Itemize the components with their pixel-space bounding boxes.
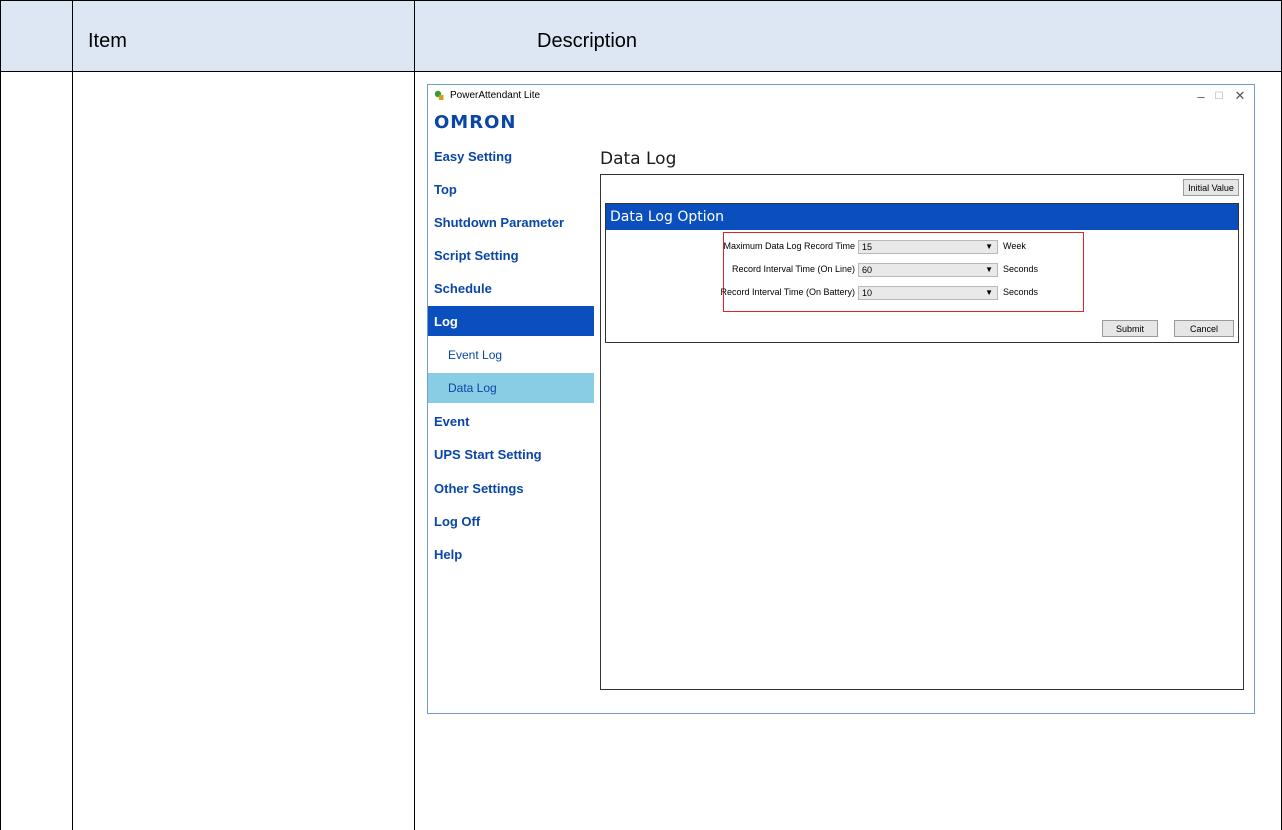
sidebar-item-schedule[interactable]: Schedule: [428, 273, 594, 303]
chevron-down-icon: ▼: [985, 265, 993, 274]
select-value: 15: [862, 242, 873, 252]
sidebar-subitem-data-log[interactable]: Data Log: [428, 373, 594, 403]
maximize-button[interactable]: ☐: [1208, 87, 1230, 105]
sidebar-item-top[interactable]: Top: [428, 174, 594, 204]
chevron-down-icon: ▼: [985, 288, 993, 297]
select-value: 10: [862, 288, 873, 298]
cancel-button[interactable]: Cancel: [1174, 320, 1234, 337]
content-panel: Initial Value Data Log Option Maximum Da…: [600, 174, 1244, 690]
select-value: 60: [862, 265, 873, 275]
column-header-item: Item: [88, 30, 127, 52]
field-label: Record Interval Time (On Line): [731, 264, 855, 274]
section-title: Data Log Option: [606, 204, 1238, 230]
sidebar-subitem-event-log[interactable]: Event Log: [428, 340, 594, 370]
table-border-left: [0, 0, 1, 830]
field-label: Record Interval Time (On Battery): [720, 287, 855, 297]
sidebar-item-log[interactable]: Log: [428, 306, 594, 336]
submit-button[interactable]: Submit: [1102, 320, 1158, 337]
window-title: PowerAttendant Lite: [450, 90, 541, 101]
close-button[interactable]: ✕: [1229, 87, 1251, 105]
sidebar-item-ups-start-setting[interactable]: UPS Start Setting: [428, 439, 594, 469]
sidebar-item-help[interactable]: Help: [428, 539, 594, 569]
field-row-interval-online: Record Interval Time (On Line) 60 ▼ Seco…: [606, 263, 1240, 277]
table-column-divider-1: [72, 0, 73, 830]
app-window-screenshot: PowerAttendant Lite – ☐ ✕ OMRON Easy Set…: [427, 84, 1255, 714]
sidebar-item-script-setting[interactable]: Script Setting: [428, 240, 594, 270]
page-title: Data Log: [600, 149, 677, 169]
sidebar-item-shutdown-parameter[interactable]: Shutdown Parameter: [428, 207, 594, 237]
field-unit: Seconds: [1003, 287, 1039, 297]
field-row-interval-battery: Record Interval Time (On Battery) 10 ▼ S…: [606, 286, 1240, 300]
window-titlebar: PowerAttendant Lite – ☐ ✕: [428, 85, 1254, 107]
interval-online-select[interactable]: 60 ▼: [858, 263, 998, 277]
sidebar-item-easy-setting[interactable]: Easy Setting: [428, 141, 594, 171]
table-column-divider-2: [414, 0, 415, 830]
column-header-description: Description: [537, 30, 638, 52]
sidebar-item-log-off[interactable]: Log Off: [428, 506, 594, 536]
omron-logo: OMRON: [434, 112, 517, 133]
field-row-max-record-time: Maximum Data Log Record Time 15 ▼ Week: [606, 240, 1240, 254]
field-unit: Week: [1003, 241, 1026, 251]
field-label: Maximum Data Log Record Time: [723, 241, 855, 251]
sidebar-item-event[interactable]: Event: [428, 406, 594, 436]
sidebar-item-other-settings[interactable]: Other Settings: [428, 473, 594, 503]
interval-battery-select[interactable]: 10 ▼: [858, 286, 998, 300]
field-unit: Seconds: [1003, 264, 1039, 274]
chevron-down-icon: ▼: [985, 242, 993, 251]
data-log-option-section: Data Log Option Maximum Data Log Record …: [605, 203, 1239, 343]
max-record-time-select[interactable]: 15 ▼: [858, 240, 998, 254]
table-border-top: [0, 0, 1282, 1]
power-plug-app-icon: [434, 90, 444, 100]
table-header-row: [0, 0, 1282, 72]
initial-value-button[interactable]: Initial Value: [1183, 179, 1239, 196]
